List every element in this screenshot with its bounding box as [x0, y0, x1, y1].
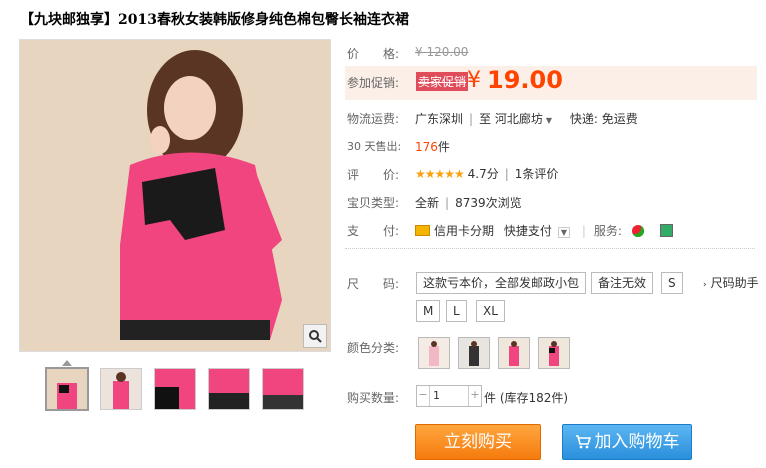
thumbnail-pointer-icon [62, 360, 72, 366]
stock-info: 件 (库存182件) [484, 391, 569, 405]
thumbnail-1[interactable] [45, 367, 89, 411]
payment-info: 信用卡分期 快捷支付 ▼ | 服务: [415, 222, 673, 239]
shipping-to-prefix: 至 [479, 112, 492, 126]
promo-price: 19.00 [487, 66, 563, 94]
chevron-down-icon[interactable]: ▼ [546, 116, 552, 125]
color-swatch-1[interactable] [418, 337, 450, 369]
sales-label: 30 天售出: [347, 140, 402, 153]
color-swatch-2[interactable] [458, 337, 490, 369]
rating-stars-icon: ★★★★★ [415, 167, 465, 181]
thumbnail-4[interactable] [208, 368, 250, 410]
rating-score: 4.7分 [467, 167, 499, 181]
thumbnail-3[interactable] [154, 368, 196, 410]
thumbnail-2[interactable] [100, 368, 142, 410]
quantity-increase-button[interactable]: + [468, 386, 481, 406]
quantity-label: 购买数量: [347, 391, 400, 405]
main-product-image[interactable] [19, 39, 331, 352]
rating-label: 评 价: [347, 168, 400, 182]
color-label: 颜色分类: [347, 341, 400, 355]
size-helper-link[interactable]: › 尺码助手 [703, 274, 759, 291]
rating-info: ★★★★★ 4.7分 | 1条评价 [415, 167, 559, 181]
view-count: 8739次浏览 [455, 196, 522, 210]
promo-badge: 卖家促销 [416, 72, 469, 91]
buy-now-button[interactable]: 立刻购买 [415, 424, 541, 460]
size-option-s[interactable]: S [661, 272, 683, 294]
size-option-m[interactable]: M [416, 300, 441, 322]
zoom-icon[interactable] [303, 324, 327, 348]
type-label: 宝贝类型: [347, 196, 400, 210]
quantity-decrease-button[interactable]: − [417, 386, 430, 406]
service-label: 服务: [593, 224, 622, 238]
condition: 全新 [415, 196, 440, 210]
shipping-info: 广东深圳 | 至 河北廊坊 ▼ 快递: 免运费 [415, 112, 638, 126]
quick-pay[interactable]: 快捷支付 [504, 224, 552, 238]
color-swatch-4[interactable] [538, 337, 570, 369]
add-to-cart-label: 加入购物车 [594, 432, 680, 452]
service-guarantee-icon[interactable] [631, 225, 644, 237]
shipping-label: 物流运费: [347, 112, 400, 126]
thumbnail-5[interactable] [262, 368, 304, 410]
service-badge-icon[interactable] [659, 224, 673, 237]
size-option-l[interactable]: L [446, 300, 467, 322]
credit-card-icon [415, 225, 430, 236]
add-to-cart-button[interactable]: 加入购物车 [562, 424, 692, 460]
size-helper-label: 尺码助手 [710, 276, 759, 290]
sales-info: 176件 [415, 138, 450, 155]
payment-label: 支 付: [347, 224, 400, 238]
price-label: 价 格: [347, 47, 400, 61]
shipping-from: 广东深圳 [415, 112, 464, 126]
quantity-input[interactable]: 1 [433, 389, 440, 402]
express-fee: 快递: 免运费 [569, 112, 638, 126]
review-count[interactable]: 1条评价 [515, 167, 559, 181]
model-illustration [20, 40, 330, 351]
size-note-2[interactable]: 备注无效 [591, 272, 654, 294]
original-price: ¥ 120.00 [415, 45, 469, 59]
size-note-1[interactable]: 这款亏本价，全部发邮政小包 [416, 272, 587, 294]
size-option-xl[interactable]: XL [476, 300, 505, 322]
color-swatch-3[interactable] [498, 337, 530, 369]
promo-currency: ¥ [467, 68, 481, 93]
divider [345, 248, 755, 249]
product-title: 【九块邮独享】2013春秋女装韩版修身纯色棉包臀长袖连衣裙 [20, 12, 409, 28]
shipping-destination[interactable]: 河北廊坊 [495, 112, 543, 126]
credit-installment[interactable]: 信用卡分期 [434, 224, 494, 238]
type-info: 全新 | 8739次浏览 [415, 196, 522, 210]
cart-icon [575, 427, 591, 461]
quantity-stepper[interactable]: − 1 + [416, 385, 482, 407]
sales-unit: 件 [437, 140, 450, 154]
promo-label: 参加促销: [347, 76, 400, 90]
sales-count: 176 [415, 140, 438, 154]
chevron-down-icon[interactable]: ▼ [557, 227, 571, 238]
size-label: 尺 码: [347, 277, 400, 291]
